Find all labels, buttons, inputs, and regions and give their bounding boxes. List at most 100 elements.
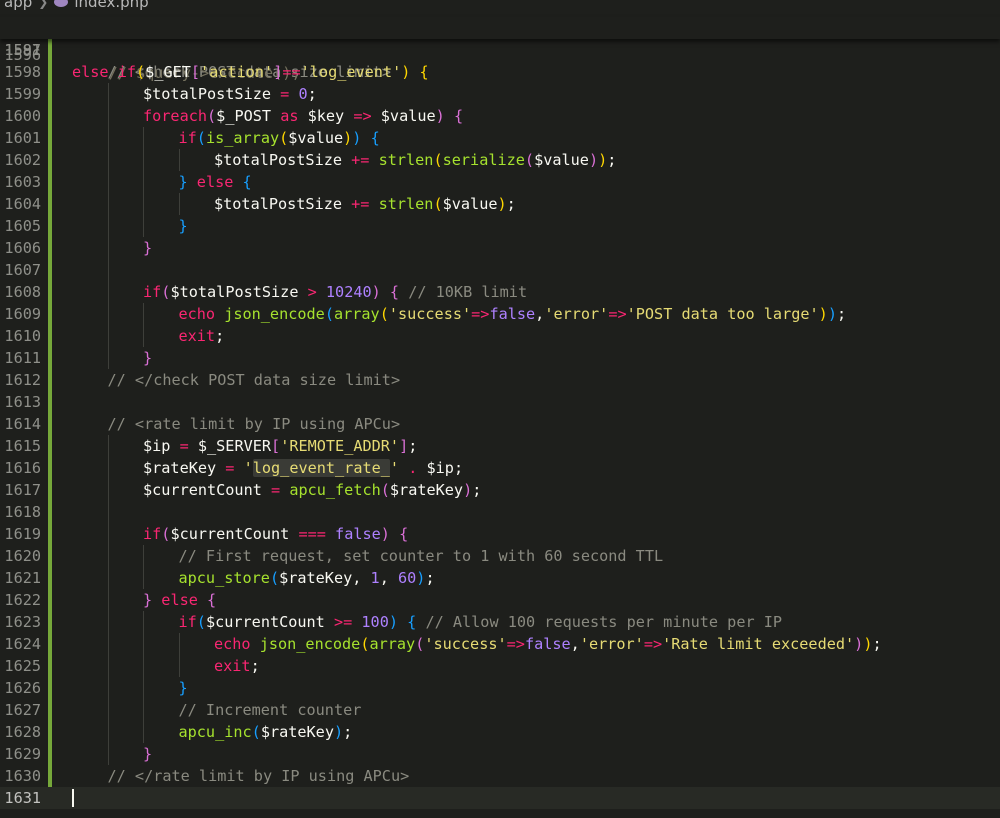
- code-line[interactable]: 1611}: [0, 347, 1000, 369]
- code-line[interactable]: 1625 exit;: [0, 655, 1000, 677]
- git-modified-marker[interactable]: [48, 171, 52, 193]
- git-modified-marker[interactable]: [48, 611, 52, 633]
- git-modified-marker[interactable]: [48, 325, 52, 347]
- code-line[interactable]: 1606}: [0, 237, 1000, 259]
- code-line[interactable]: 1627 // Increment counter: [0, 699, 1000, 721]
- indent-guide: [143, 633, 144, 655]
- code-token: ===: [289, 525, 336, 543]
- git-modified-marker[interactable]: [48, 149, 52, 171]
- code-line[interactable]: 1616 $rateKey = 'log_event_rate_' . $ip;: [0, 457, 1000, 479]
- code-line[interactable]: 1628 apcu_inc($rateKey);: [0, 721, 1000, 743]
- git-modified-marker[interactable]: [48, 721, 52, 743]
- git-modified-marker[interactable]: [48, 281, 52, 303]
- code-line[interactable]: 1607: [0, 259, 1000, 281]
- git-modified-marker[interactable]: [48, 457, 52, 479]
- git-modified-marker[interactable]: [48, 369, 52, 391]
- git-modified-marker[interactable]: [48, 699, 52, 721]
- code-token: $rateKey: [389, 481, 464, 499]
- git-modified-marker[interactable]: [48, 523, 52, 545]
- code-text: // </check POST data size limit>: [108, 369, 401, 391]
- code-line[interactable]: 1603} else {: [0, 171, 1000, 193]
- code-token: +=: [342, 151, 379, 169]
- git-modified-marker[interactable]: [48, 127, 52, 149]
- code-text: // First request, set counter to 1 with …: [179, 545, 664, 567]
- code-line[interactable]: 1602 $totalPostSize += strlen(serialize($…: [0, 149, 1000, 171]
- code-line[interactable]: 1613: [0, 391, 1000, 413]
- code-line[interactable]: 1622} else {: [0, 589, 1000, 611]
- code-lines[interactable]: 1597 1598// <check POST data size limit> 1…: [0, 39, 1000, 809]
- line-number: 1629: [4, 745, 41, 763]
- code-token: =: [216, 459, 244, 477]
- sticky-scroll-line[interactable]: 1581 else if($_GET['action']=='log_event…: [0, 17, 1000, 81]
- breadcrumb-folder[interactable]: app: [4, 0, 32, 11]
- code-text: }: [143, 743, 152, 765]
- code-token: strlen: [378, 195, 434, 213]
- git-modified-marker[interactable]: [48, 105, 52, 127]
- git-modified-marker[interactable]: [48, 347, 52, 369]
- code-line[interactable]: 1609 echo json_encode(array('success'=>fa…: [0, 303, 1000, 325]
- indent-guide: [107, 303, 109, 325]
- code-token: ): [371, 283, 381, 301]
- code-token: $_SERVER: [197, 437, 272, 455]
- code-token: =>: [471, 305, 490, 323]
- git-modified-marker[interactable]: [48, 743, 52, 765]
- breadcrumb-file[interactable]: index.php: [74, 0, 148, 11]
- code-line[interactable]: 1618: [0, 501, 1000, 523]
- git-modified-marker[interactable]: [48, 479, 52, 501]
- code-line[interactable]: 1630 // </rate limit by IP using APCu>: [0, 765, 1000, 787]
- code-editor[interactable]: app ❯ index.php 1596 // $query->execute(…: [0, 0, 1000, 818]
- git-modified-marker[interactable]: [48, 83, 52, 105]
- code-token: ): [854, 635, 864, 653]
- code-line[interactable]: 1631: [0, 787, 1000, 809]
- git-modified-marker[interactable]: [48, 237, 52, 259]
- git-modified-marker[interactable]: [48, 413, 52, 435]
- code-line[interactable]: 1608 if($totalPostSize > 10240) { // 10KB…: [0, 281, 1000, 303]
- git-modified-marker[interactable]: [48, 193, 52, 215]
- code-token: ]: [399, 437, 409, 455]
- git-modified-marker[interactable]: [48, 391, 52, 413]
- indent-guide: [107, 699, 109, 721]
- git-modified-marker[interactable]: [48, 765, 52, 787]
- code-line[interactable]: 1617 $currentCount = apcu_fetch($rateKey)…: [0, 479, 1000, 501]
- code-line[interactable]: 1619 if($currentCount === false) {: [0, 523, 1000, 545]
- indent-guide: [107, 457, 109, 479]
- git-modified-marker[interactable]: [48, 677, 52, 699]
- code-token: exit: [214, 657, 251, 675]
- code-text: if($totalPostSize > 10240) { // 10KB lim…: [143, 281, 527, 303]
- git-modified-marker[interactable]: [48, 633, 52, 655]
- git-modified-marker[interactable]: [48, 545, 52, 567]
- code-line[interactable]: 1612 // </check POST data size limit>: [0, 369, 1000, 391]
- code-line[interactable]: 1629}: [0, 743, 1000, 765]
- code-line[interactable]: 1623 if($currentCount >= 100) { // Allow …: [0, 611, 1000, 633]
- code-line[interactable]: 1601 if(is_array($value)) {: [0, 127, 1000, 149]
- code-line[interactable]: 1624 echo json_encode(array('success'=>fa…: [0, 633, 1000, 655]
- code-line[interactable]: 1614 // <rate limit by IP using APCu>: [0, 413, 1000, 435]
- git-modified-marker[interactable]: [48, 303, 52, 325]
- code-line[interactable]: 1605}: [0, 215, 1000, 237]
- git-modified-marker[interactable]: [48, 259, 52, 281]
- code-line[interactable]: 1610 exit;: [0, 325, 1000, 347]
- git-modified-marker[interactable]: [48, 589, 52, 611]
- code-line[interactable]: 1600 foreach($_POST as $key => $value) {: [0, 105, 1000, 127]
- code-line[interactable]: 1615 $ip = $_SERVER['REMOTE_ADDR'];: [0, 435, 1000, 457]
- git-modified-marker[interactable]: [48, 567, 52, 589]
- code-token: apcu_fetch: [289, 481, 381, 499]
- git-modified-marker[interactable]: [48, 435, 52, 457]
- code-text: // Increment counter: [179, 699, 362, 721]
- code-token: $value: [380, 107, 436, 125]
- code-line[interactable]: 1620 // First request, set counter to 1 w…: [0, 545, 1000, 567]
- git-modified-marker[interactable]: [48, 501, 52, 523]
- indent-guide: [107, 655, 109, 677]
- line-number: 1618: [4, 503, 41, 521]
- code-token: >: [298, 283, 326, 301]
- code-token: 'log_event': [300, 63, 402, 81]
- git-modified-marker[interactable]: [48, 655, 52, 677]
- code-line[interactable]: 1621 apcu_store($rateKey, 1, 60);: [0, 567, 1000, 589]
- code-token: 'REMOTE_ADDR': [280, 437, 400, 455]
- line-number: 1601: [4, 129, 41, 147]
- git-modified-marker[interactable]: [48, 215, 52, 237]
- code-line[interactable]: 1604 $totalPostSize += strlen($value);: [0, 193, 1000, 215]
- indent-guide: [107, 237, 109, 259]
- indent-guide: [107, 589, 109, 611]
- code-line[interactable]: 1626}: [0, 677, 1000, 699]
